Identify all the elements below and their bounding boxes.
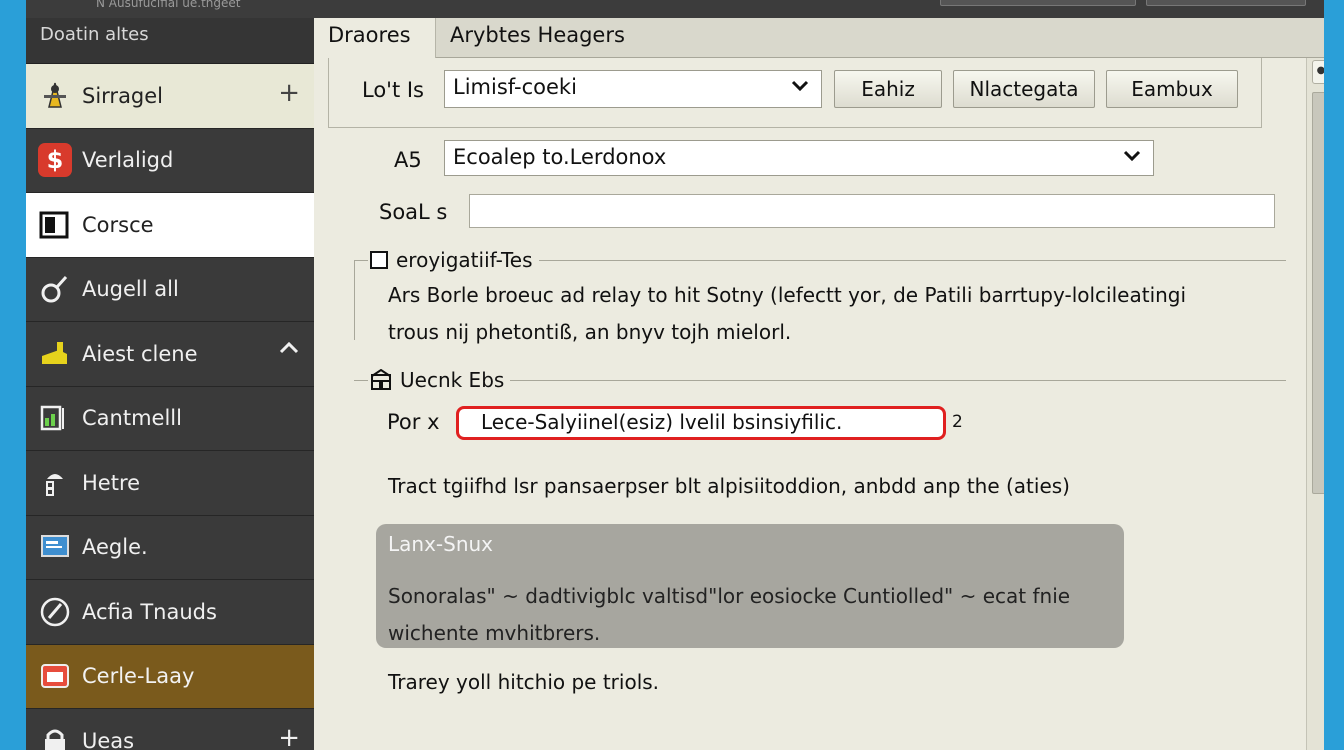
dollar-icon: $	[38, 143, 72, 178]
nlactegata-button[interactable]: Nlactegata	[953, 70, 1095, 108]
search-input[interactable]	[469, 194, 1275, 228]
sidebar-item-label: Cerle-Laay	[82, 664, 195, 689]
vertical-scrollbar[interactable]: ●	[1306, 58, 1324, 750]
group2-note: Tract tgiifhd lsr pansaerpser blt alpisi…	[388, 474, 1070, 498]
person-icon	[38, 466, 72, 500]
group2-title: Uecnk Ebs	[400, 368, 505, 392]
sidebar-item-hetre[interactable]: Hetre	[26, 451, 314, 516]
group-border	[354, 260, 355, 340]
port-suffix: 2	[952, 412, 963, 432]
disk-icon	[38, 337, 72, 371]
wizard-icon	[38, 79, 72, 113]
sidebar-item-label: Cantmelll	[82, 406, 182, 431]
sidebar-item-augell-all[interactable]: Augell all	[26, 258, 314, 322]
expand-plus-icon[interactable]: +	[278, 723, 300, 750]
port-label: Por x	[387, 410, 440, 434]
chevron-down-icon	[791, 76, 809, 99]
sidebar-item-corsce[interactable]: Corsce	[26, 193, 314, 258]
console-icon	[38, 208, 72, 242]
sidebar-item-acfia-tnauds[interactable]: Acfia Tnauds	[26, 580, 314, 645]
sidebar-item-label: Corsce	[82, 212, 154, 237]
scroll-up-button[interactable]: ●	[1312, 60, 1324, 84]
list-select[interactable]: Limisf-coeki	[444, 70, 822, 108]
footer-text: Trarey yoll hitchio pe triols.	[388, 670, 660, 694]
sidebar-item-label: Hetre	[82, 470, 141, 495]
group2-header: Uecnk Ebs	[368, 367, 511, 393]
sidebar-item-label: Augell all	[82, 277, 179, 302]
sidebar-item-label: Verlaligd	[82, 148, 174, 173]
sidebar-item-label: Aegle.	[82, 535, 148, 560]
sidebar-item-label: Ueas	[82, 728, 135, 750]
info-box: Lanx-Snux Sonoralas" ~ dadtivigblc valti…	[376, 524, 1124, 648]
info-heading: Lanx-Snux	[388, 532, 494, 556]
sidebar-header: Doatin altes	[26, 18, 314, 64]
main-panel: Draores Arybtes Heagers Lo't Is Limisf-c…	[314, 18, 1324, 750]
building-icon	[370, 369, 392, 391]
sidebar: Doatin altes Sirragel + $ Verlaligd Cors…	[26, 18, 314, 750]
magnifier-icon	[38, 272, 72, 306]
lock-icon	[38, 724, 72, 750]
window-control-button[interactable]	[940, 0, 1136, 6]
tab-bar: Draores Arybtes Heagers	[314, 18, 1324, 58]
window-title: N Ausufucifial ue.tngeet	[96, 0, 241, 10]
list-label: Lo't Is	[362, 78, 424, 102]
sidebar-item-ueas[interactable]: Ueas +	[26, 709, 314, 750]
pen-icon	[38, 595, 72, 629]
calendar-icon	[38, 659, 72, 693]
description-line: trous nij phetontiß, an bnyv tojh mielor…	[388, 320, 792, 344]
app-window: N Ausufucifial ue.tngeet Doatin altes Si…	[26, 0, 1324, 750]
group1-header: eroyigatiif-Tes	[368, 247, 539, 273]
list-select-value: Limisf-coeki	[453, 75, 577, 99]
sidebar-item-aiest-clene[interactable]: Aiest clene	[26, 322, 314, 387]
tab-arybtes-heagers[interactable]: Arybtes Heagers	[436, 18, 639, 58]
port-input[interactable]: Lece-Salyiinel(esiz) lvelil bsinsiyfilic…	[456, 406, 946, 440]
tab-draores[interactable]: Draores	[314, 18, 436, 58]
scroll-thumb[interactable]	[1312, 92, 1324, 494]
as-label: A5	[394, 148, 422, 172]
as-select[interactable]: Ecoalep to.Lerdonox	[444, 140, 1154, 176]
sidebar-item-label: Acfia Tnauds	[82, 599, 217, 624]
group1-checkbox[interactable]	[370, 251, 388, 269]
chart-icon	[38, 401, 72, 435]
collapse-chevron-icon[interactable]	[278, 336, 300, 366]
search-label: SoaL s	[379, 200, 448, 224]
sidebar-item-verlaligd[interactable]: $ Verlaligd	[26, 129, 314, 193]
sidebar-item-cantmelll[interactable]: Cantmelll	[26, 387, 314, 451]
group1-title: eroyigatiif-Tes	[396, 248, 533, 272]
group1-description: Ars Borle broeuc ad relay to hit Sotny (…	[388, 277, 1288, 351]
as-select-value: Ecoalep to.Lerdonox	[453, 145, 667, 169]
sidebar-item-cerle-laay[interactable]: Cerle-Laay	[26, 644, 314, 709]
sidebar-item-label: Sirragel	[82, 83, 164, 108]
sidebar-item-aegle[interactable]: Aegle.	[26, 516, 314, 580]
chevron-down-icon	[1123, 146, 1141, 169]
eambux-button[interactable]: Eambux	[1106, 70, 1238, 108]
eahiz-button[interactable]: Eahiz	[834, 70, 942, 108]
sidebar-item-label: Aiest clene	[82, 341, 198, 366]
description-line: Ars Borle broeuc ad relay to hit Sotny (…	[388, 283, 1187, 307]
monitor-icon	[38, 530, 72, 564]
sidebar-item-sirragel[interactable]: Sirragel +	[26, 64, 314, 129]
title-bar: N Ausufucifial ue.tngeet	[26, 0, 1324, 18]
window-control-button[interactable]	[1146, 0, 1306, 6]
info-body: Sonoralas" ~ dadtivigblc valtisd"lor eos…	[388, 584, 1071, 645]
expand-plus-icon[interactable]: +	[278, 78, 300, 108]
